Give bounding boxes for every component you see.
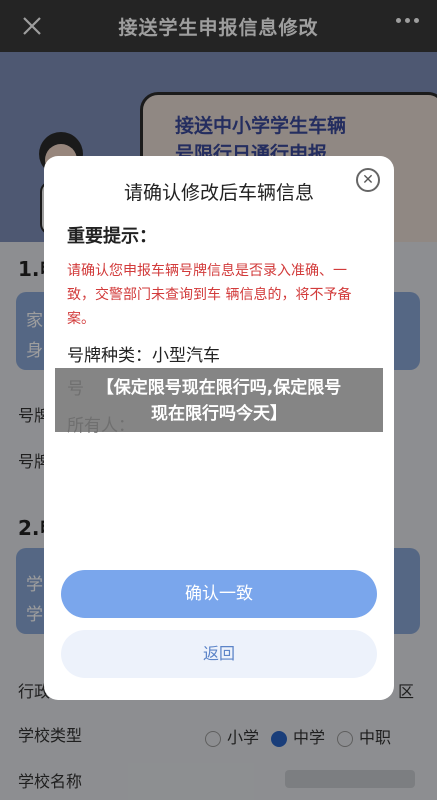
caption-line-1: 【保定限号现在限行吗,保定限号 [96,378,342,398]
notice-text: 请确认您申报车辆号牌信息是否录入准确、一致，交警部门未查询到车 辆信息的，将不予… [67,263,352,327]
confirm-button[interactable]: 确认一致 [61,570,377,618]
notice-heading: 重要提示： [67,226,157,247]
plate-type-label: 号牌种类： [67,346,152,366]
dialog-title: 请确认修改后车辆信息 [123,182,314,204]
back-button[interactable]: 返回 [61,630,377,678]
plate-type-field: 号牌种类：小型汽车 [67,341,220,366]
caption-overlay: 【保定限号现在限行吗,保定限号 现在限行吗今天】 [55,368,383,432]
caption-line-2: 现在限行吗今天】 [151,404,287,424]
dialog-close-icon[interactable]: ✕ [356,168,380,192]
plate-type-value: 小型汽车 [152,346,220,366]
